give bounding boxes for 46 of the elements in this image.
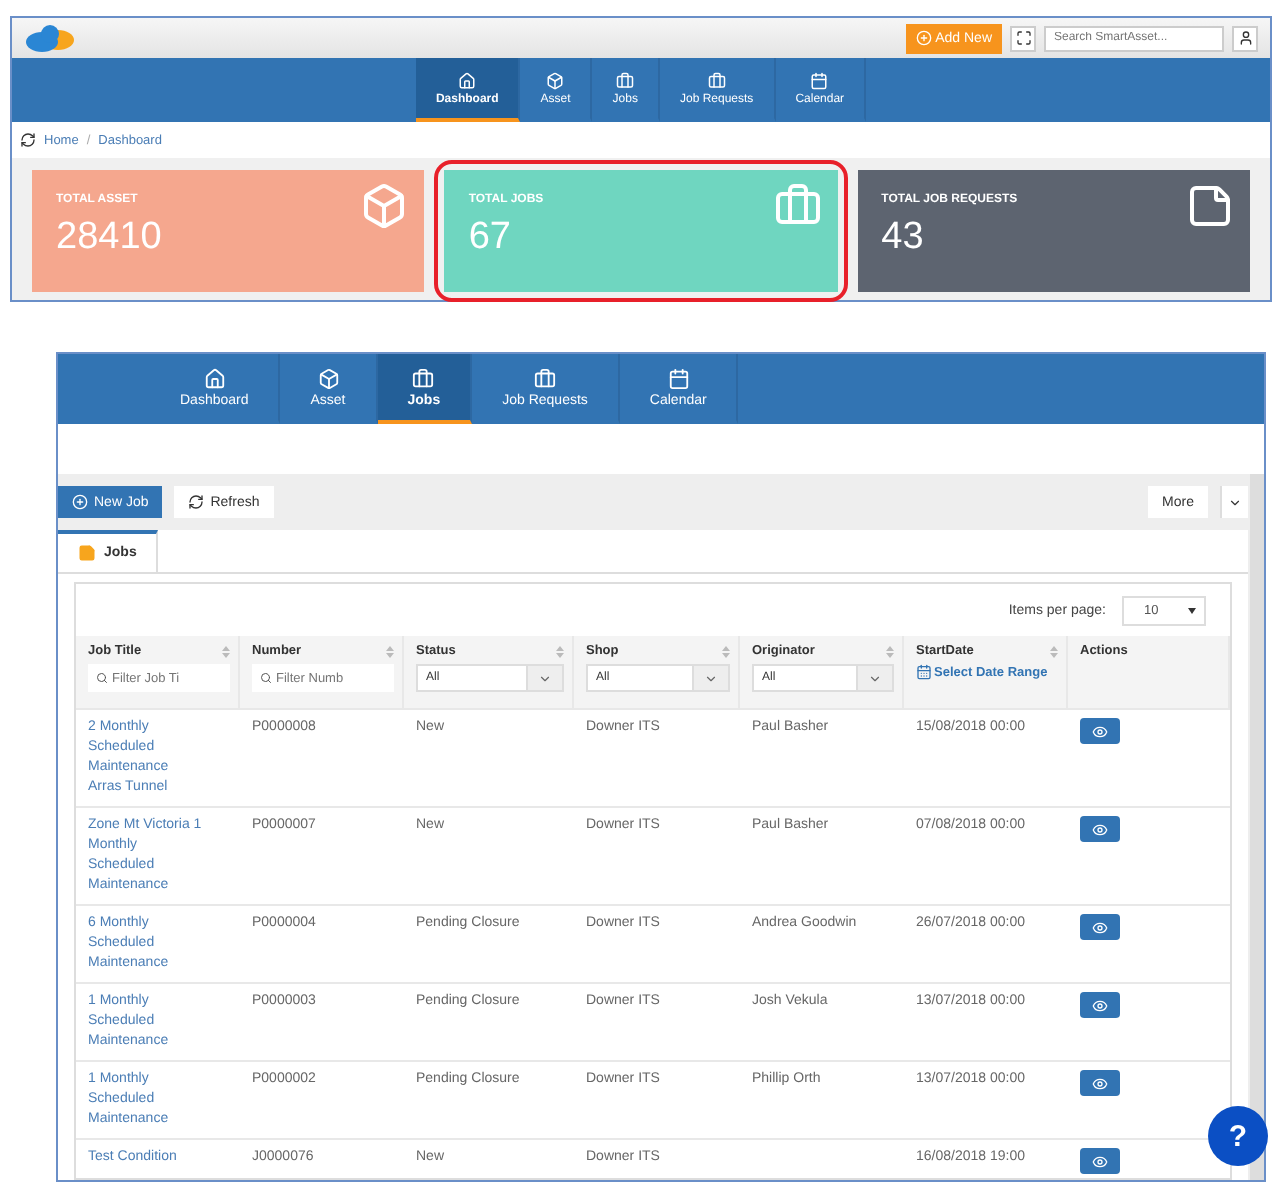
view-button[interactable] (1080, 1070, 1120, 1096)
stat-value: 67 (468, 216, 513, 260)
eye-icon (1092, 997, 1108, 1013)
home-icon (458, 71, 477, 89)
refresh-icon[interactable] (20, 132, 36, 148)
calendar-icon (916, 664, 932, 680)
briefcase-icon (707, 71, 726, 89)
chevron-down-icon (538, 671, 552, 685)
stat-value: 28410 (56, 216, 164, 260)
note-icon (1185, 182, 1234, 230)
caret-icon (1228, 495, 1242, 509)
eye-icon (1092, 723, 1108, 739)
view-button[interactable] (1080, 992, 1120, 1018)
refresh-icon (188, 494, 205, 510)
view-button[interactable] (1080, 816, 1120, 842)
calendar-icon (810, 71, 829, 89)
chevron-down-icon (868, 671, 882, 685)
plus-icon (915, 30, 932, 46)
briefcase-icon (616, 71, 635, 89)
view-button[interactable] (1080, 914, 1120, 940)
eye-icon (1092, 821, 1108, 837)
user-button[interactable] (1232, 25, 1258, 51)
cube-icon (546, 71, 565, 89)
cube-icon (317, 367, 339, 389)
eye-icon (1092, 1075, 1108, 1091)
briefcase-icon (534, 367, 557, 389)
briefcase-icon (773, 182, 822, 230)
view-button[interactable] (1080, 718, 1120, 744)
cube-icon (360, 182, 409, 230)
search-icon (260, 672, 272, 684)
chevron-down-icon (704, 671, 718, 685)
cloud-logo (24, 24, 76, 52)
plus-icon (72, 494, 88, 510)
view-button[interactable] (1080, 1148, 1120, 1174)
home-icon (203, 367, 226, 389)
search-icon (96, 672, 108, 684)
eye-icon (1092, 1153, 1108, 1169)
user-icon (1237, 30, 1253, 46)
caret-icon (1188, 607, 1196, 613)
briefcase-icon (412, 367, 435, 389)
fullscreen-icon (1015, 30, 1031, 46)
calendar-icon (667, 367, 690, 389)
stat-value: 43 (881, 216, 926, 260)
eye-icon (1092, 919, 1108, 935)
fullscreen-button[interactable] (1010, 25, 1036, 51)
note-icon (78, 544, 96, 562)
